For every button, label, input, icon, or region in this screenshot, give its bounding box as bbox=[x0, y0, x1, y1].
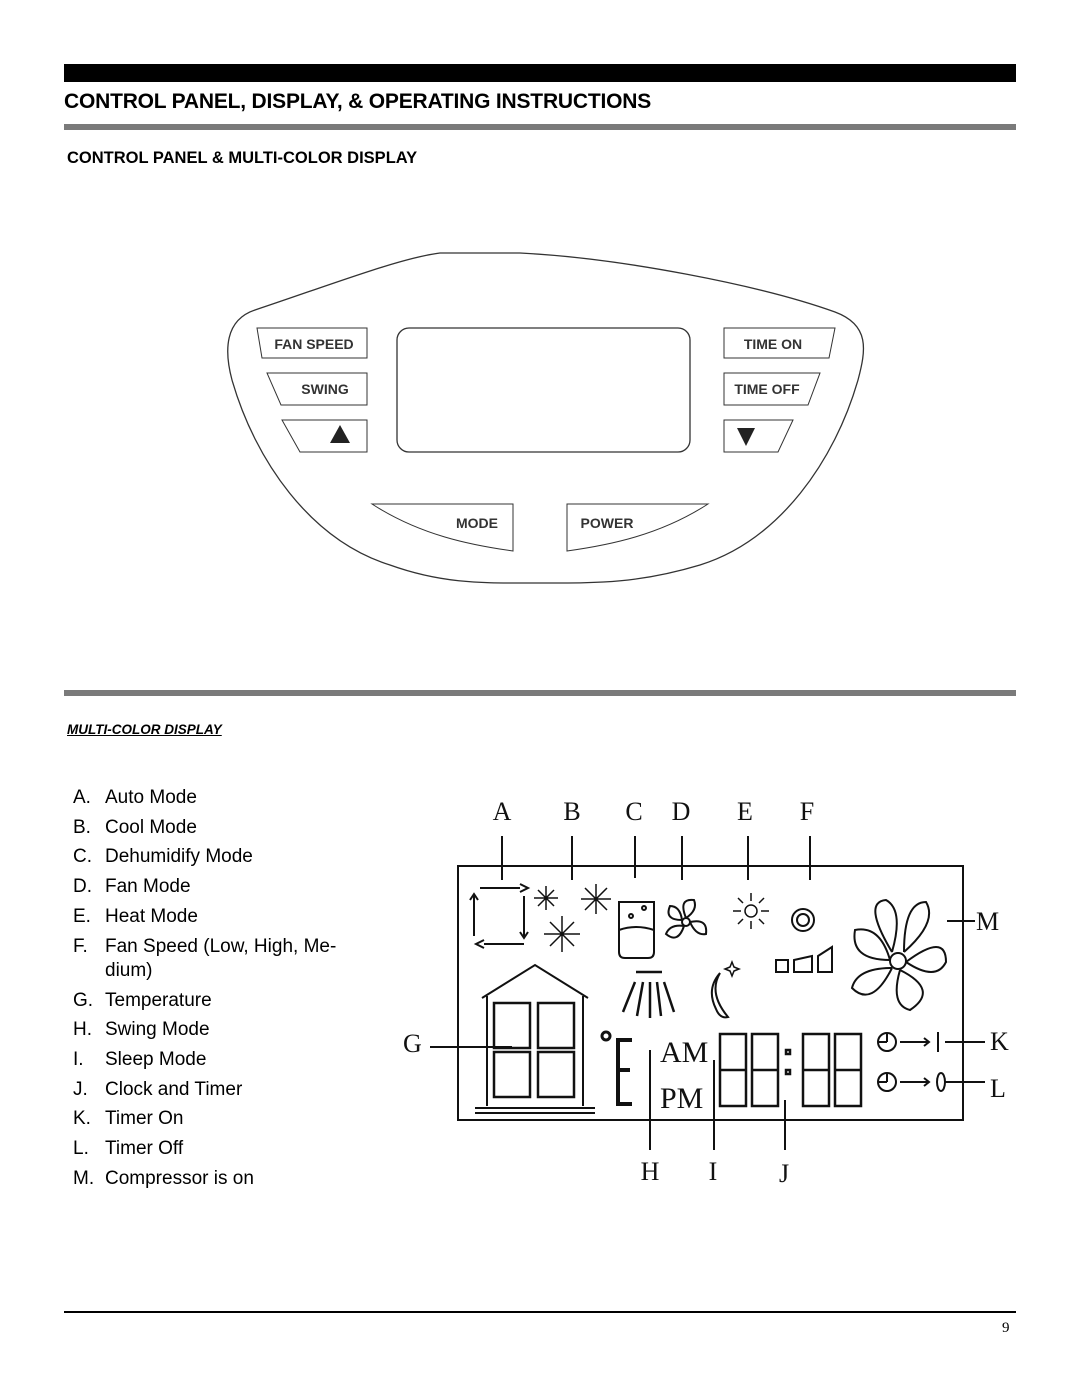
timer-on-icon bbox=[877, 1032, 939, 1052]
svg-text:C: C bbox=[625, 797, 642, 826]
pm-indicator: PM bbox=[660, 1082, 703, 1115]
svg-text:I: I bbox=[709, 1157, 718, 1186]
sleep-mode-icon bbox=[710, 959, 742, 1019]
heat-mode-icon bbox=[733, 893, 769, 929]
am-indicator: AM bbox=[660, 1036, 708, 1069]
svg-text:K: K bbox=[990, 1027, 1009, 1056]
degree-icon bbox=[600, 1030, 612, 1042]
swing-mode-icon bbox=[621, 970, 676, 1018]
svg-text:E: E bbox=[737, 797, 753, 826]
cool-mode-icon bbox=[534, 884, 611, 952]
svg-text:B: B bbox=[563, 797, 580, 826]
manual-page: CONTROL PANEL, DISPLAY, & OPERATING INST… bbox=[0, 0, 1080, 1397]
fan-mode-icon bbox=[664, 898, 708, 939]
dehumidify-mode-icon bbox=[618, 901, 655, 959]
timer-off-icon bbox=[877, 1072, 946, 1092]
svg-text:D: D bbox=[672, 797, 691, 826]
unit-segment bbox=[616, 1038, 632, 1106]
auto-mode-icon bbox=[469, 883, 531, 949]
temperature-icon bbox=[475, 963, 595, 1114]
lcd-display-diagram: A B C D E F G H I J K L M AM PM bbox=[403, 797, 1009, 1188]
svg-text:L: L bbox=[990, 1074, 1006, 1103]
svg-text:F: F bbox=[800, 797, 814, 826]
page-number: 9 bbox=[1002, 1320, 1010, 1336]
svg-text:A: A bbox=[493, 797, 512, 826]
svg-text:M: M bbox=[976, 907, 999, 936]
clock-digits bbox=[718, 1032, 863, 1108]
fan-speed-icon bbox=[775, 908, 833, 973]
compressor-icon bbox=[850, 898, 948, 1012]
svg-text:H: H bbox=[641, 1157, 660, 1186]
svg-text:G: G bbox=[403, 1029, 422, 1058]
svg-text:J: J bbox=[779, 1159, 789, 1188]
footer-rule bbox=[64, 1311, 1016, 1313]
